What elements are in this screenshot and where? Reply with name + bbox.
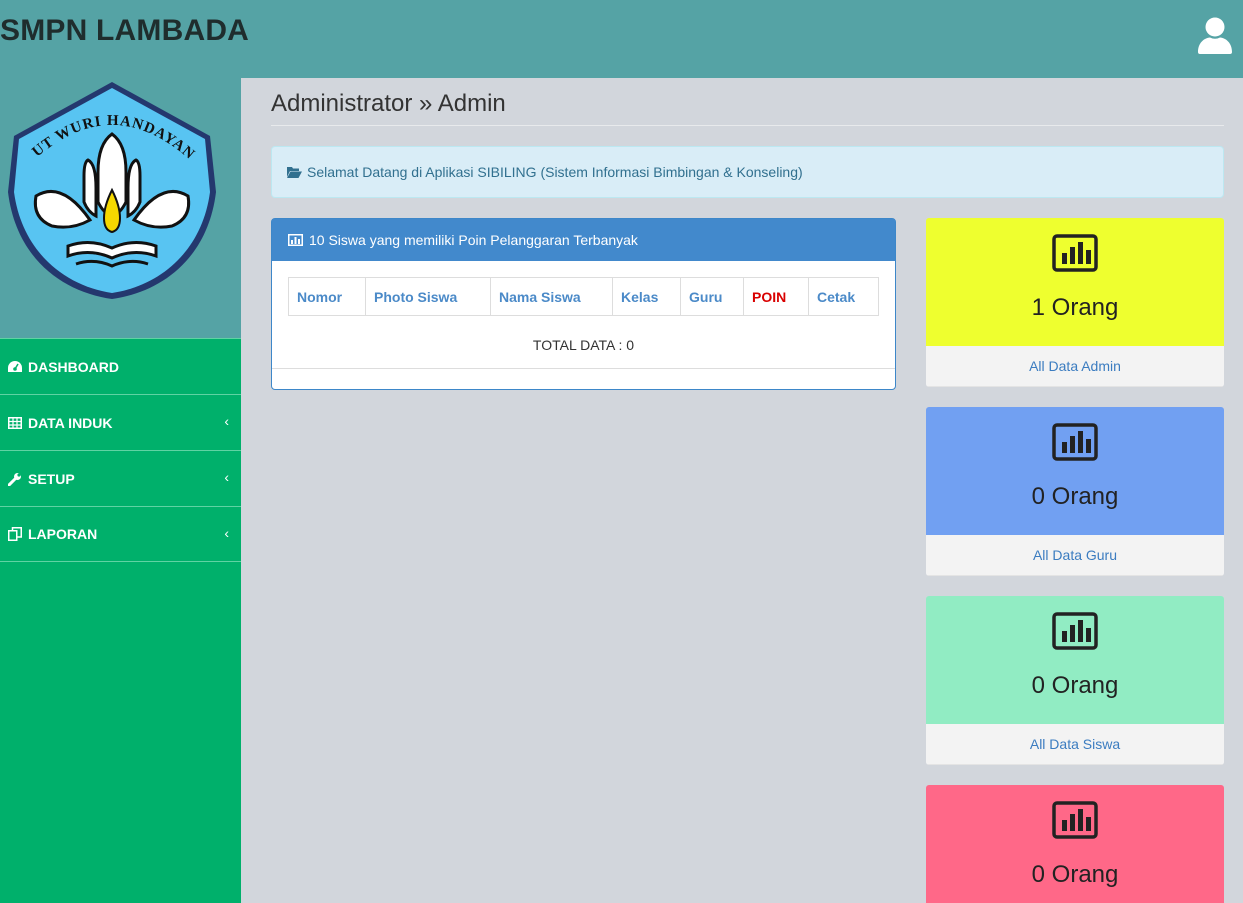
sidebar-item-setup[interactable]: SETUP ‹ <box>0 450 241 506</box>
main-content: Administrator » Admin Selamat Datang di … <box>241 78 1243 903</box>
card-body: 0 Orang <box>926 785 1224 903</box>
card-count: 0 Orang <box>1031 861 1119 888</box>
column-header-photo-siswa[interactable]: Photo Siswa <box>365 277 491 316</box>
panel-heading: 10 Siswa yang memiliki Poin Pelanggaran … <box>272 219 895 261</box>
bar-chart-icon <box>1052 612 1098 650</box>
panel-body: Nomor Photo Siswa Nama Siswa Kelas Guru … <box>272 261 895 369</box>
card-body: 0 Orang <box>926 407 1224 535</box>
sidebar-item-data-induk[interactable]: DATA INDUK ‹ <box>0 394 241 450</box>
user-icon[interactable] <box>1197 16 1233 54</box>
topbar: SMPN LAMBADA <box>0 0 1243 78</box>
bar-chart-icon <box>288 234 303 246</box>
column-header-nama-siswa[interactable]: Nama Siswa <box>490 277 613 316</box>
top-violations-panel: 10 Siswa yang memiliki Poin Pelanggaran … <box>271 218 896 390</box>
sidebar-menu: DASHBOARD DATA INDUK ‹ SETUP ‹ LAPORAN ‹ <box>0 338 241 562</box>
card-count: 1 Orang <box>1031 294 1119 321</box>
table-header-row: Nomor Photo Siswa Nama Siswa Kelas Guru … <box>288 277 879 316</box>
column-header-kelas[interactable]: Kelas <box>612 277 681 316</box>
column-header-cetak[interactable]: Cetak <box>808 277 879 316</box>
tut-wuri-handayani-logo: TUT WURI HANDAYANI <box>2 80 216 299</box>
folder-open-icon <box>287 167 302 178</box>
page-title: Administrator » Admin <box>271 90 506 117</box>
panel-title: 10 Siswa yang memiliki Poin Pelanggaran … <box>309 232 638 248</box>
sidebar-item-label: LAPORAN <box>28 526 98 542</box>
copy-icon <box>8 527 28 541</box>
logo-area: TUT WURI HANDAYANI <box>0 78 241 338</box>
sidebar-item-label: DATA INDUK <box>28 414 113 431</box>
alert-text: Selamat Datang di Aplikasi SIBILING (Sis… <box>307 164 803 180</box>
sidebar-item-label: DASHBOARD <box>28 358 119 375</box>
sidebar: TUT WURI HANDAYANI DASHBOARD DATA INDUK … <box>0 78 241 903</box>
bar-chart-icon <box>1052 423 1098 461</box>
wrench-icon <box>8 472 28 486</box>
sidebar-item-dashboard[interactable]: DASHBOARD <box>0 338 241 394</box>
card-body: 1 Orang <box>926 218 1224 346</box>
card-count: 0 Orang <box>1031 483 1119 510</box>
sidebar-item-laporan[interactable]: LAPORAN ‹ <box>0 506 241 562</box>
app-title: SMPN LAMBADA <box>0 14 250 47</box>
dashboard-icon <box>8 360 28 373</box>
total-data-text: TOTAL DATA : 0 <box>532 337 635 353</box>
violations-table: Nomor Photo Siswa Nama Siswa Kelas Guru … <box>288 277 879 316</box>
card-body: 0 Orang <box>926 596 1224 724</box>
column-header-guru[interactable]: Guru <box>680 277 744 316</box>
column-header-poin[interactable]: POIN <box>743 277 809 316</box>
card-count: 0 Orang <box>1031 672 1119 699</box>
table-icon <box>8 416 28 429</box>
chevron-left-icon: ‹ <box>224 525 229 541</box>
title-divider <box>271 125 1224 126</box>
stat-card-admin: 1 Orang All Data Admin <box>926 218 1224 387</box>
bar-chart-icon <box>1052 234 1098 272</box>
all-data-guru-link[interactable]: All Data Guru <box>926 535 1224 576</box>
stat-card-4: 0 Orang <box>926 785 1224 903</box>
all-data-admin-link[interactable]: All Data Admin <box>926 346 1224 387</box>
all-data-siswa-link[interactable]: All Data Siswa <box>926 724 1224 765</box>
chevron-left-icon: ‹ <box>224 413 229 429</box>
column-header-nomor[interactable]: Nomor <box>288 277 366 316</box>
stat-card-siswa: 0 Orang All Data Siswa <box>926 596 1224 765</box>
sidebar-item-label: SETUP <box>28 470 75 487</box>
bar-chart-icon <box>1052 801 1098 839</box>
welcome-alert: Selamat Datang di Aplikasi SIBILING (Sis… <box>271 146 1224 198</box>
chevron-left-icon: ‹ <box>224 469 229 485</box>
stat-card-guru: 0 Orang All Data Guru <box>926 407 1224 576</box>
